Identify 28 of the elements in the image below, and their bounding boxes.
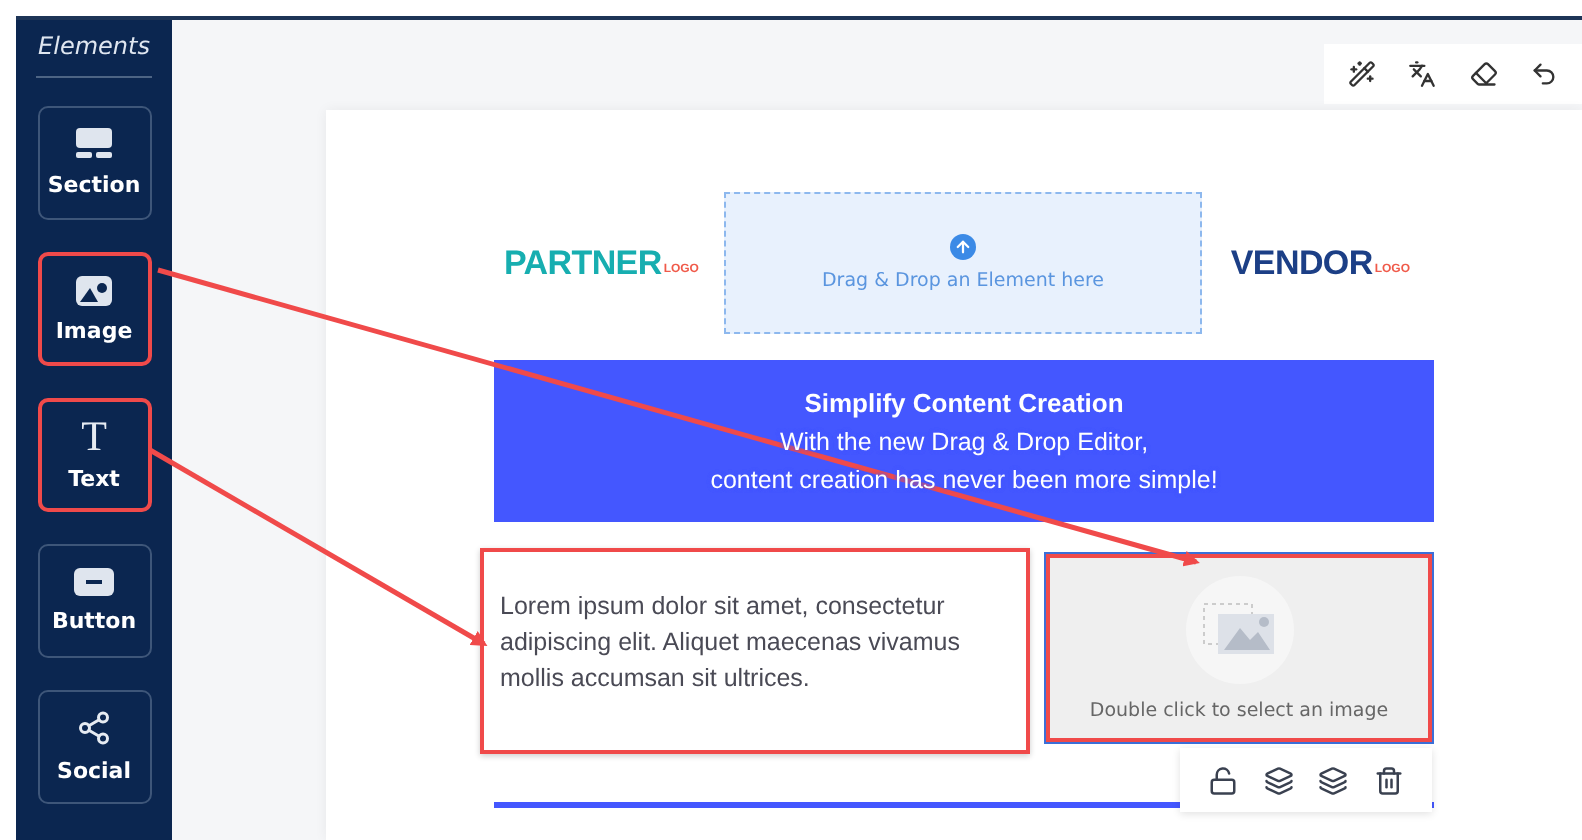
section-icon bbox=[74, 128, 114, 160]
upload-icon bbox=[950, 234, 976, 260]
magic-wand-icon[interactable] bbox=[1348, 60, 1377, 88]
drop-zone-text: Drag & Drop an Element here bbox=[821, 270, 1104, 292]
element-tile[interactable]: T Text bbox=[37, 398, 151, 512]
element-tile[interactable]: Social bbox=[37, 690, 151, 804]
image-block[interactable]: Double click to select an image bbox=[1046, 554, 1432, 742]
eraser-icon[interactable] bbox=[1469, 60, 1498, 88]
share-icon bbox=[76, 710, 112, 746]
delete-icon[interactable] bbox=[1373, 765, 1404, 795]
element-tile[interactable]: Button bbox=[37, 544, 151, 658]
image-icon bbox=[76, 275, 112, 305]
unlock-icon[interactable] bbox=[1208, 765, 1239, 795]
translate-icon[interactable] bbox=[1408, 60, 1437, 88]
layers-icon[interactable] bbox=[1318, 765, 1349, 795]
image-placeholder-text: Double click to select an image bbox=[1089, 700, 1389, 722]
text-block[interactable]: Lorem ipsum dolor sit amet, consectetur adipiscing elit. Aliquet maecenas vivamus mollis accumsan sit ultrices. bbox=[480, 548, 1030, 754]
partner-logo: PARTNER bbox=[504, 243, 662, 283]
button-icon bbox=[74, 568, 114, 596]
banner-text: With the new Drag & Drop Editor, bbox=[779, 428, 1149, 456]
banner-title: Simplify Content Creation bbox=[804, 388, 1124, 418]
undo-icon[interactable] bbox=[1529, 60, 1558, 88]
sidebar-title: Elements bbox=[36, 32, 152, 78]
element-tile[interactable]: Image bbox=[37, 252, 151, 366]
vendor-logo: VENDOR bbox=[1230, 243, 1373, 283]
layers-icon[interactable] bbox=[1263, 765, 1294, 795]
element-tile[interactable]: Section bbox=[37, 106, 151, 220]
text-icon: T bbox=[81, 418, 107, 454]
